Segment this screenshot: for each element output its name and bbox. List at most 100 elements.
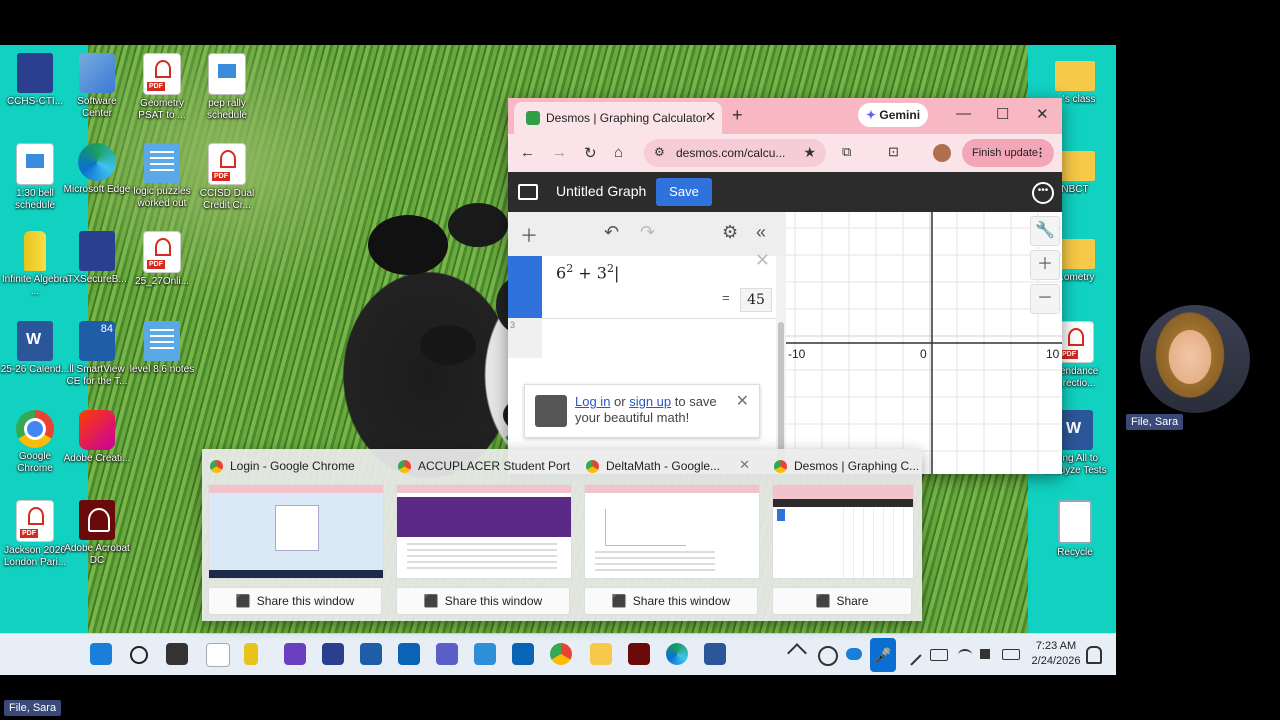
desktop-icon-level-notes[interactable]: level 8.6 notes bbox=[127, 321, 197, 376]
security-icon[interactable] bbox=[398, 643, 420, 665]
maximize-button[interactable]: ☐ bbox=[996, 105, 1009, 123]
site-info-icon[interactable]: ⚙ bbox=[654, 145, 665, 159]
desktop-icon-acrobat[interactable]: Adobe Acrobat DC bbox=[62, 500, 132, 567]
preview-card-desmos[interactable]: Desmos | Graphing C... ⬛ Share bbox=[766, 449, 918, 621]
desktop-icon-ccisd[interactable]: CCISD Dual Credit Cr... bbox=[192, 143, 262, 212]
redo-icon[interactable]: ↷ bbox=[640, 222, 655, 243]
preview-thumbnail[interactable] bbox=[772, 484, 914, 579]
word-icon[interactable] bbox=[704, 643, 726, 665]
expression-math[interactable]: 62 + 32| bbox=[556, 262, 619, 282]
desktop-icon-software-center[interactable]: Software Center bbox=[62, 53, 132, 120]
finish-update-button[interactable]: Finish update ⋮ bbox=[962, 139, 1054, 167]
settings-gear-icon[interactable]: ⚙ bbox=[722, 222, 738, 243]
desktop-icon-recycle[interactable]: Recycle bbox=[1040, 500, 1110, 559]
preview-card-login[interactable]: Login - Google Chrome ⬛ Share this window bbox=[202, 449, 384, 621]
teams-icon[interactable] bbox=[436, 643, 458, 665]
file-icon[interactable] bbox=[206, 643, 230, 667]
sign-up-link[interactable]: sign up bbox=[629, 394, 671, 409]
preview-card-deltamath[interactable]: DeltaMath - Google... ✕ ⬛ Share this wind… bbox=[578, 449, 760, 621]
smartview-icon[interactable] bbox=[360, 643, 382, 665]
minimize-button[interactable]: — bbox=[956, 105, 971, 122]
keyboard-icon[interactable] bbox=[930, 649, 948, 661]
tab-desmos[interactable]: Desmos | Graphing Calculator ✕ bbox=[514, 102, 722, 134]
extensions-icon[interactable]: ⧉ bbox=[842, 144, 851, 160]
desktop-icon-calendar[interactable]: 25-26 Calend... bbox=[0, 321, 70, 376]
preview-card-accuplacer[interactable]: ACCUPLACER Student Porta... ⬛ Share this … bbox=[390, 449, 572, 621]
omnibox[interactable]: ⚙ desmos.com/calcu... ★ bbox=[644, 139, 826, 167]
volume-icon[interactable] bbox=[980, 649, 990, 659]
empty-expression-row[interactable]: 3 bbox=[508, 318, 542, 358]
home-icon[interactable]: ⌂ bbox=[614, 144, 623, 161]
profile-avatar[interactable] bbox=[933, 144, 951, 162]
zoom-in-icon[interactable]: ＋ bbox=[1030, 250, 1060, 280]
forward-arrow-icon[interactable]: → bbox=[552, 144, 567, 161]
gemini-button[interactable]: ✦ Gemini bbox=[858, 103, 928, 127]
sync-icon[interactable] bbox=[818, 646, 838, 666]
expression-row[interactable]: 62 + 32| ✕ = 45 bbox=[508, 250, 776, 319]
desktop-icon-smartview[interactable]: ll SmartView CE for the T... bbox=[62, 321, 132, 388]
search-tab-icon[interactable]: ⊡ bbox=[888, 144, 899, 160]
desktop-icon-edge[interactable]: Microsoft Edge bbox=[62, 143, 132, 196]
new-tab-button[interactable]: + bbox=[732, 105, 743, 126]
add-item-icon[interactable]: ＋ bbox=[520, 222, 538, 248]
delete-expression-icon[interactable]: ✕ bbox=[755, 250, 770, 271]
graph-title[interactable]: Untitled Graph bbox=[556, 183, 646, 199]
desktop-icon-bell-schedule[interactable]: 1:30 bell schedule bbox=[0, 143, 70, 212]
microphone-icon[interactable]: 🎤 bbox=[870, 638, 896, 672]
log-in-link[interactable]: Log in bbox=[575, 394, 610, 409]
bookmark-star-icon[interactable]: ★ bbox=[803, 144, 816, 161]
desktop-icon-jackson[interactable]: Jackson 2026 London Pari... bbox=[0, 500, 70, 569]
desktop-icon-25-27[interactable]: 25_27Onli... bbox=[127, 231, 197, 288]
search-icon[interactable] bbox=[130, 646, 148, 664]
share-window-button[interactable]: ⬛ Share bbox=[772, 587, 912, 615]
desktop-icon-creative-cloud[interactable]: Adobe Creati... bbox=[62, 410, 132, 465]
save-button[interactable]: Save bbox=[656, 178, 712, 206]
system-clock[interactable]: 7:23 AM 2/24/2026 bbox=[1028, 639, 1084, 669]
acrobat-icon[interactable] bbox=[628, 643, 650, 665]
wrench-settings-icon[interactable]: 🔧 bbox=[1030, 216, 1060, 246]
expression-tab[interactable] bbox=[508, 256, 542, 318]
desktop-icon-txsecure[interactable]: TXSecureB... bbox=[62, 231, 132, 286]
back-arrow-icon[interactable]: ← bbox=[520, 144, 535, 161]
reload-icon[interactable]: ↻ bbox=[584, 144, 597, 162]
notification-bell-icon[interactable] bbox=[1086, 646, 1102, 664]
task-view-icon[interactable] bbox=[166, 643, 188, 665]
snipping-tool-icon[interactable] bbox=[284, 643, 306, 665]
pen-icon[interactable] bbox=[900, 644, 922, 666]
share-window-button[interactable]: ⬛ Share this window bbox=[396, 587, 570, 615]
close-prompt-icon[interactable]: ✕ bbox=[736, 391, 749, 411]
close-window-button[interactable]: ✕ bbox=[1036, 105, 1049, 123]
desktop-icon-infinite-algebra[interactable]: Infinite Algebra ... bbox=[0, 231, 70, 298]
share-window-button[interactable]: ⬛ Share this window bbox=[584, 587, 758, 615]
pencil-icon[interactable] bbox=[244, 643, 258, 665]
notes-app-icon[interactable] bbox=[474, 643, 496, 665]
desktop-icon-logic-puzzles[interactable]: logic puzzles worked out bbox=[127, 143, 197, 210]
folder-icon[interactable] bbox=[590, 643, 612, 665]
start-icon[interactable] bbox=[90, 643, 112, 665]
more-options-icon[interactable]: ••• bbox=[1032, 182, 1054, 204]
edge-icon[interactable] bbox=[666, 643, 688, 665]
chevron-up-icon[interactable] bbox=[787, 643, 807, 663]
tab-close-icon[interactable]: ✕ bbox=[705, 109, 716, 125]
preview-thumbnail[interactable] bbox=[208, 484, 384, 579]
app-icon[interactable] bbox=[322, 643, 344, 665]
desktop-icon-geometry-psat[interactable]: Geometry PSAT to ... bbox=[127, 53, 197, 122]
desktop-icon-pep-rally[interactable]: pep rally schedule bbox=[192, 53, 262, 122]
expression-scrollbar[interactable] bbox=[776, 256, 786, 474]
share-window-button[interactable]: ⬛ Share this window bbox=[208, 587, 382, 615]
undo-icon[interactable]: ↶ bbox=[604, 222, 619, 243]
preview-thumbnail[interactable] bbox=[396, 484, 572, 579]
preview-thumbnail[interactable] bbox=[584, 484, 760, 579]
graph-paper[interactable]: -10 0 10 🔧 ＋ － bbox=[786, 212, 1062, 474]
outlook-icon[interactable] bbox=[512, 643, 534, 665]
battery-icon[interactable] bbox=[1002, 649, 1020, 660]
desktop-icon-chrome[interactable]: Google Chrome bbox=[0, 410, 70, 475]
open-graph-folder-icon[interactable] bbox=[518, 184, 538, 200]
zoom-out-icon[interactable]: － bbox=[1030, 284, 1060, 314]
desktop-icon-cchs[interactable]: CCHS-CTI... bbox=[0, 53, 70, 108]
wifi-icon[interactable] bbox=[958, 649, 972, 661]
onedrive-icon[interactable] bbox=[846, 648, 862, 660]
preview-close-icon[interactable]: ✕ bbox=[739, 457, 750, 473]
collapse-list-icon[interactable]: « bbox=[756, 222, 766, 243]
chrome-icon[interactable] bbox=[550, 643, 572, 665]
